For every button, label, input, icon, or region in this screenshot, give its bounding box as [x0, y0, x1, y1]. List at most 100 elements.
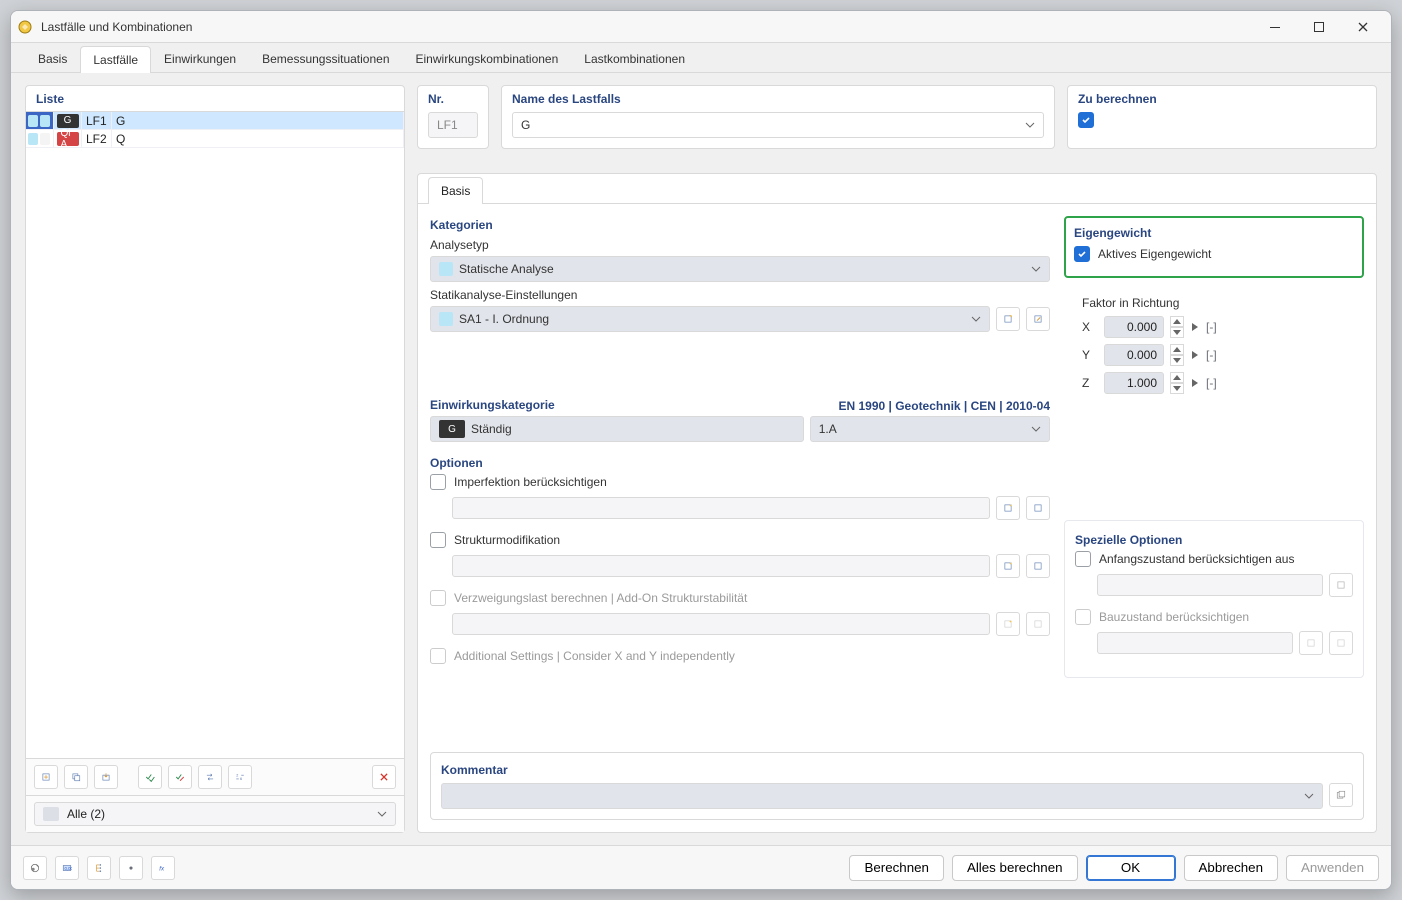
settings-new-icon[interactable]	[996, 307, 1020, 331]
uncheck-all-icon[interactable]	[168, 765, 192, 789]
spin-up[interactable]	[1170, 344, 1184, 355]
berechnen-button[interactable]: Berechnen	[849, 855, 943, 881]
close-button[interactable]	[1341, 13, 1385, 41]
einwirk-code-select[interactable]: 1.A	[810, 416, 1050, 442]
zu-check[interactable]	[1078, 112, 1094, 128]
anfang-edit-icon[interactable]	[1329, 573, 1353, 597]
tab-basis[interactable]: Basis	[25, 45, 80, 72]
ok-button[interactable]: OK	[1086, 855, 1176, 881]
option-check[interactable]	[430, 474, 446, 490]
right-panel: Nr. LF1 Name des Lastfalls G Zu berechne…	[417, 85, 1377, 833]
check-all-icon[interactable]	[138, 765, 162, 789]
option-check[interactable]	[430, 532, 446, 548]
factor-spinner[interactable]: 1.000[-]	[1104, 372, 1217, 394]
new-icon[interactable]	[34, 765, 58, 789]
option-check	[430, 648, 446, 664]
factor-value[interactable]: 0.000	[1104, 316, 1164, 338]
inner-tab-basis[interactable]: Basis	[428, 177, 483, 204]
units-icon[interactable]: 0,00	[55, 856, 79, 880]
axis-label: X	[1082, 320, 1094, 334]
tab-einwirkungen[interactable]: Einwirkungen	[151, 45, 249, 72]
factor-value[interactable]: 1.000	[1104, 372, 1164, 394]
help-icon[interactable]	[23, 856, 47, 880]
option-label: Verzweigungslast berechnen | Add-On Stru…	[454, 591, 747, 605]
name-field[interactable]: G	[512, 112, 1044, 138]
settings-color-chip	[439, 312, 453, 326]
svg-text:0,00: 0,00	[65, 865, 73, 870]
play-icon[interactable]	[1190, 344, 1200, 366]
comment-field[interactable]	[441, 783, 1323, 809]
comment-section: Kommentar	[430, 752, 1364, 820]
name-label: Name des Lastfalls	[502, 86, 1054, 112]
bau-new-icon	[1299, 631, 1323, 655]
settings-label: Statikanalyse-Einstellungen	[430, 288, 1050, 302]
name-group: Name des Lastfalls G	[501, 85, 1055, 149]
spin-down[interactable]	[1170, 383, 1184, 394]
option-check	[430, 590, 446, 606]
tab-bemessungssituationen[interactable]: Bemessungssituationen	[249, 45, 402, 72]
tree-icon[interactable]	[87, 856, 111, 880]
option-new-icon[interactable]	[996, 496, 1020, 520]
copy-icon[interactable]	[64, 765, 88, 789]
play-icon[interactable]	[1190, 372, 1200, 394]
option-new-icon[interactable]	[996, 554, 1020, 578]
axis-label: Z	[1082, 376, 1094, 390]
inner-body: Kategorien Analysetyp Statische Analyse …	[418, 204, 1376, 752]
analyse-color-chip	[439, 262, 453, 276]
eig-title: Eigengewicht	[1074, 226, 1354, 240]
alles-button[interactable]: Alles berechnen	[952, 855, 1078, 881]
main-tabs: BasisLastfälleEinwirkungenBemessungssitu…	[11, 43, 1391, 73]
list-item[interactable]: GLF1G	[26, 112, 404, 130]
analyse-select[interactable]: Statische Analyse	[430, 256, 1050, 282]
nr-group: Nr. LF1	[417, 85, 489, 149]
insert-icon[interactable]	[94, 765, 118, 789]
eig-active-label: Aktives Eigengewicht	[1098, 247, 1211, 261]
tab-lastkombinationen[interactable]: Lastkombinationen	[571, 45, 698, 72]
option-edit-icon	[1026, 612, 1050, 636]
window-title: Lastfälle und Kombinationen	[41, 20, 192, 34]
factor-spinner[interactable]: 0.000[-]	[1104, 344, 1217, 366]
abbrechen-button[interactable]: Abbrechen	[1184, 855, 1278, 881]
einwirk-name-select[interactable]: G Ständig	[430, 416, 804, 442]
anfang-check[interactable]	[1075, 551, 1091, 567]
option-edit-icon[interactable]	[1026, 554, 1050, 578]
chevron-down-icon	[1031, 424, 1041, 434]
factor-value[interactable]: 0.000	[1104, 344, 1164, 366]
options-title: Optionen	[430, 456, 1050, 470]
settings-value: SA1 - I. Ordnung	[459, 312, 549, 326]
svg-text:6: 6	[240, 777, 242, 781]
badge-cell: Qi A	[54, 130, 82, 148]
spin-up[interactable]	[1170, 316, 1184, 327]
dot-icon[interactable]	[119, 856, 143, 880]
settings-select[interactable]: SA1 - I. Ordnung	[430, 306, 990, 332]
comment-edit-icon[interactable]	[1329, 783, 1353, 807]
minimize-button[interactable]	[1253, 13, 1297, 41]
spin-up[interactable]	[1170, 372, 1184, 383]
option-label: Imperfektion berücksichtigen	[454, 475, 607, 489]
option-label: Strukturmodifikation	[454, 533, 560, 547]
nr-field: LF1	[428, 112, 478, 138]
einwirk-title: Einwirkungskategorie	[430, 398, 555, 412]
tab-einwirkungskombinationen[interactable]: Einwirkungskombinationen	[403, 45, 572, 72]
tab-lastfälle[interactable]: Lastfälle	[80, 46, 151, 73]
factor-label: Faktor in Richtung	[1082, 296, 1360, 310]
settings-edit-icon[interactable]	[1026, 307, 1050, 331]
fx-icon[interactable]: fx	[151, 856, 175, 880]
name-cell: Q	[112, 130, 404, 148]
maximize-button[interactable]	[1297, 13, 1341, 41]
option-new-icon	[996, 612, 1020, 636]
factor-spinner[interactable]: 0.000[-]	[1104, 316, 1217, 338]
delete-icon[interactable]	[372, 765, 396, 789]
play-icon[interactable]	[1190, 316, 1200, 338]
eig-box: Eigengewicht Aktives Eigengewicht	[1064, 216, 1364, 278]
option-edit-icon[interactable]	[1026, 496, 1050, 520]
swap-icon[interactable]	[198, 765, 222, 789]
spin-down[interactable]	[1170, 355, 1184, 366]
spin-down[interactable]	[1170, 327, 1184, 338]
renumber-icon[interactable]: 26	[228, 765, 252, 789]
chevron-down-icon[interactable]	[1025, 120, 1035, 130]
bau-field	[1097, 632, 1293, 654]
list-item[interactable]: Qi ALF2Q	[26, 130, 404, 148]
filter-select[interactable]: Alle (2)	[34, 802, 396, 826]
eig-active-check[interactable]	[1074, 246, 1090, 262]
